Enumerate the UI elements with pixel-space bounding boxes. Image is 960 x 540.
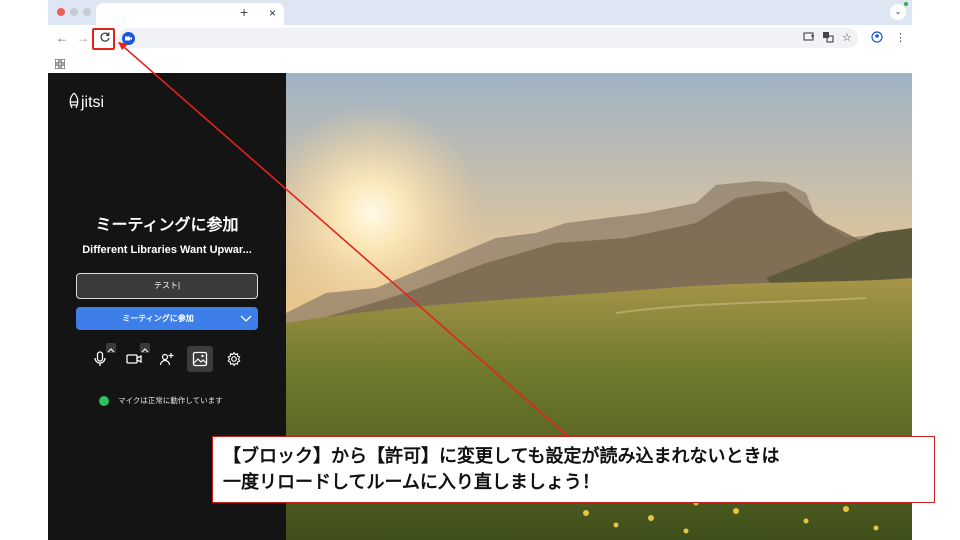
screenshot-stage: × + ⌄ ← → ☆ ⋮ jitsi ミーティングに参加 Different …: [0, 0, 960, 540]
callout-line-2: 一度リロードしてルームに入り直しましょう！: [223, 472, 600, 492]
callout-line-1: 【ブロック】から【許可】に変更しても設定が読み込まれないときは: [223, 446, 780, 466]
annotation-callout: 【ブロック】から【許可】に変更しても設定が読み込まれないときは 一度リロードして…: [212, 436, 935, 503]
